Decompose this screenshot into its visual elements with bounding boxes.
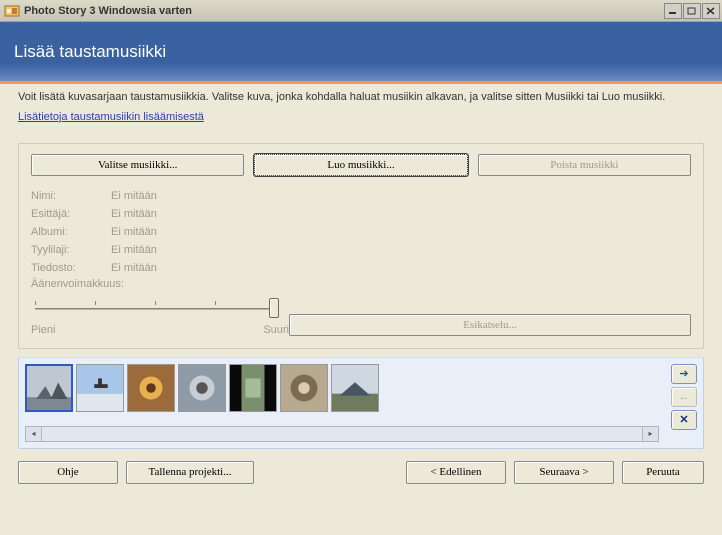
meta-file-value: Ei mitään (111, 262, 691, 274)
save-project-button[interactable]: Tallenna projekti... (126, 461, 254, 484)
intro-text: Voit lisätä kuvasarjaan taustamusiikkia.… (18, 90, 704, 105)
thumbnail[interactable] (25, 364, 73, 412)
meta-file-label: Tiedosto: (31, 262, 111, 274)
app-icon (4, 3, 20, 19)
wizard-title: Lisää taustamusiikki (14, 42, 166, 62)
arrow-right-icon: ➔ (679, 367, 688, 380)
create-music-button[interactable]: Luo musiikki... (254, 154, 467, 176)
volume-min-label: Pieni (31, 324, 55, 336)
volume-label: Äänenvoimakkuus: (31, 278, 691, 290)
back-button[interactable]: < Edellinen (406, 461, 506, 484)
x-icon: ✕ (679, 413, 688, 426)
meta-name-value: Ei mitään (111, 190, 691, 202)
select-music-button[interactable]: Valitse musiikki... (31, 154, 244, 176)
horizontal-scrollbar[interactable]: ◂ ▸ (25, 426, 659, 442)
maximize-button[interactable] (683, 3, 701, 19)
cancel-button[interactable]: Peruuta (622, 461, 704, 484)
move-right-button[interactable]: ➔ (671, 364, 697, 384)
meta-artist-value: Ei mitään (111, 208, 691, 220)
thumbnail[interactable] (331, 364, 379, 412)
meta-album-label: Albumi: (31, 226, 111, 238)
delete-button[interactable]: ✕ (671, 410, 697, 430)
thumbnail[interactable] (280, 364, 328, 412)
music-panel: Valitse musiikki... Luo musiikki... Pois… (18, 143, 704, 349)
arrow-left-icon: ← (679, 391, 690, 403)
remove-music-button: Poista musiikki (478, 154, 691, 176)
metadata-grid: Nimi: Ei mitään Esittäjä: Ei mitään Albu… (31, 190, 691, 274)
close-button[interactable] (702, 3, 720, 19)
preview-button: Esikatselu... (289, 314, 691, 336)
window-title: Photo Story 3 Windowsia varten (24, 5, 663, 17)
wizard-nav: Ohje Tallenna projekti... < Edellinen Se… (0, 449, 722, 496)
thumbnail[interactable] (178, 364, 226, 412)
slider-thumb[interactable] (269, 298, 279, 318)
volume-max-label: Suuri (263, 324, 289, 336)
scroll-track[interactable] (42, 427, 642, 441)
minimize-button[interactable] (664, 3, 682, 19)
meta-artist-label: Esittäjä: (31, 208, 111, 220)
wizard-header: Lisää taustamusiikki (0, 22, 722, 84)
thumbnail[interactable] (127, 364, 175, 412)
meta-album-value: Ei mitään (111, 226, 691, 238)
volume-slider[interactable] (31, 298, 289, 322)
meta-name-label: Nimi: (31, 190, 111, 202)
help-button[interactable]: Ohje (18, 461, 118, 484)
scroll-right-button[interactable]: ▸ (642, 427, 658, 441)
filmstrip (25, 364, 659, 422)
meta-genre-label: Tyylilaji: (31, 244, 111, 256)
move-left-button: ← (671, 387, 697, 407)
next-button[interactable]: Seuraava > (514, 461, 614, 484)
title-bar: Photo Story 3 Windowsia varten (0, 0, 722, 22)
help-link[interactable]: Lisätietoja taustamusiikin lisäämisestä (18, 111, 704, 123)
thumbnail[interactable] (76, 364, 124, 412)
thumbnail[interactable] (229, 364, 277, 412)
filmstrip-panel: ➔ ← ✕ ◂ ▸ (18, 357, 704, 449)
scroll-left-button[interactable]: ◂ (26, 427, 42, 441)
meta-genre-value: Ei mitään (111, 244, 691, 256)
